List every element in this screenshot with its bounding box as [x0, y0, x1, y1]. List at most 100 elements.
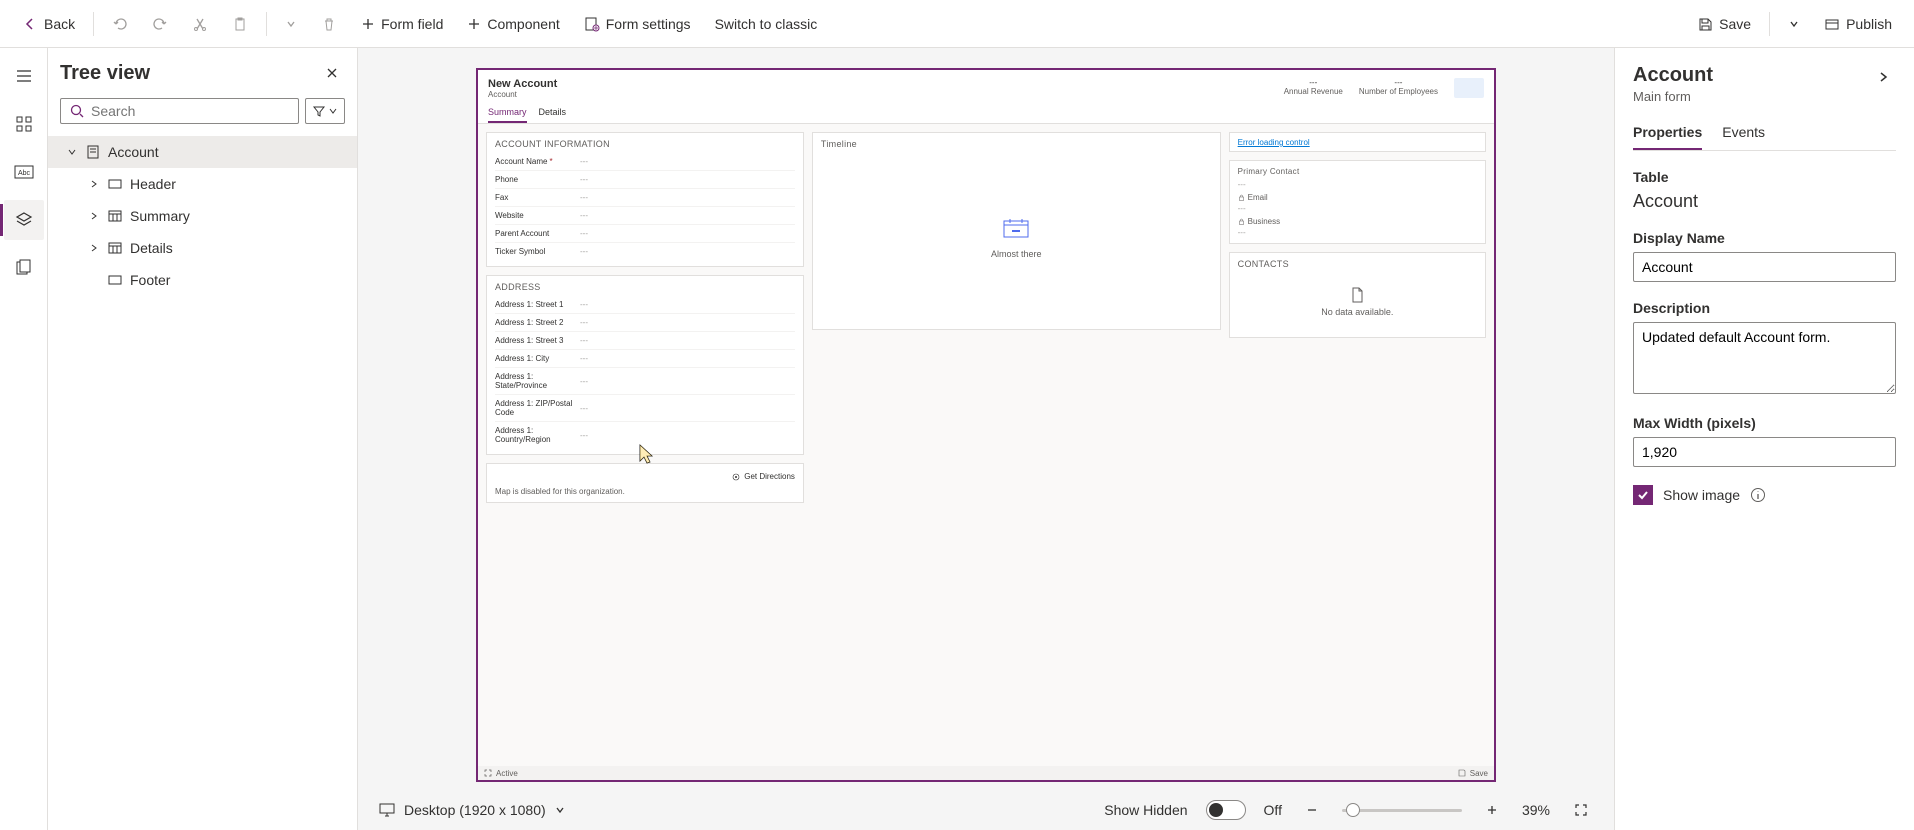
paste-button[interactable]: [222, 10, 258, 38]
section-contacts[interactable]: CONTACTS No data available.: [1229, 252, 1486, 338]
section-map[interactable]: Get Directions Map is disabled for this …: [486, 463, 804, 503]
libraries-rail-button[interactable]: [4, 248, 44, 288]
tree-item-account[interactable]: Account: [48, 136, 357, 168]
properties-panel: Account Main form Properties Events Tabl…: [1614, 48, 1914, 830]
show-hidden-label: Show Hidden: [1104, 802, 1187, 818]
props-tab-events[interactable]: Events: [1722, 118, 1765, 150]
canvas-area: New Account Account ---Annual Revenue --…: [358, 48, 1614, 830]
show-image-checkbox[interactable]: [1633, 485, 1653, 505]
components-rail-button[interactable]: [4, 104, 44, 144]
publish-icon: [1824, 16, 1840, 32]
trash-icon: [321, 16, 337, 32]
display-name-input[interactable]: [1633, 252, 1896, 282]
save-chevron-button[interactable]: [1778, 12, 1810, 36]
description-input[interactable]: [1633, 322, 1896, 394]
minus-icon: [1306, 804, 1318, 816]
chevron-down-icon: [67, 147, 77, 157]
chevron-right-icon: [89, 243, 99, 253]
chevron-down-icon: [1788, 18, 1800, 30]
section-address[interactable]: ADDRESS Address 1: Street 1--- Address 1…: [486, 275, 804, 455]
form-field-label: Form field: [381, 16, 443, 32]
collapse-props-button[interactable]: [1870, 64, 1896, 90]
section-error[interactable]: Error loading control: [1229, 132, 1486, 152]
tree-search-box[interactable]: [60, 98, 299, 124]
switch-classic-label: Switch to classic: [715, 16, 818, 32]
zoom-in-button[interactable]: [1480, 798, 1504, 822]
close-tree-button[interactable]: [319, 60, 345, 86]
canvas-toolbar: Desktop (1920 x 1080) Show Hidden Off 39…: [358, 790, 1614, 830]
monitor-icon: [378, 802, 396, 818]
zoom-out-button[interactable]: [1300, 798, 1324, 822]
tree-search-input[interactable]: [91, 103, 290, 119]
delete-button[interactable]: [311, 10, 347, 38]
table-label: Table: [1633, 169, 1896, 185]
lock-icon: [1238, 218, 1245, 225]
plus-icon: [467, 17, 481, 31]
tree-item-header[interactable]: Header: [48, 168, 357, 200]
tree-item-footer[interactable]: Footer: [48, 264, 357, 296]
tree-item-label: Details: [130, 240, 173, 256]
arrow-left-icon: [22, 16, 38, 32]
max-width-input[interactable]: [1633, 437, 1896, 467]
component-button[interactable]: Component: [457, 10, 569, 38]
separator: [1769, 12, 1770, 36]
tree-title: Tree view: [60, 62, 150, 85]
tree-item-details[interactable]: Details: [48, 232, 357, 264]
form-preview[interactable]: New Account Account ---Annual Revenue --…: [476, 68, 1496, 782]
tree-list: Account Header Summary Details Footer: [48, 136, 357, 818]
toggle-off-label: Off: [1264, 802, 1282, 818]
save-icon: [1697, 16, 1713, 32]
tree-panel: Tree view Account Header: [48, 48, 358, 830]
header-image-placeholder: [1454, 78, 1484, 98]
save-icon: [1458, 769, 1466, 777]
form-field-button[interactable]: Form field: [351, 10, 453, 38]
svg-text:Abc: Abc: [18, 170, 31, 177]
header-icon: [108, 179, 122, 189]
props-subtitle: Main form: [1633, 89, 1713, 104]
table-value: Account: [1633, 191, 1896, 212]
fit-button[interactable]: [1568, 797, 1594, 823]
save-button[interactable]: Save: [1687, 10, 1761, 38]
undo-button[interactable]: [102, 10, 138, 38]
form-tab-details[interactable]: Details: [539, 103, 567, 123]
form-footer[interactable]: Active Save: [478, 766, 1494, 780]
zoom-slider[interactable]: [1342, 809, 1462, 812]
switch-classic-button[interactable]: Switch to classic: [705, 10, 828, 38]
form-header[interactable]: New Account Account ---Annual Revenue --…: [478, 70, 1494, 103]
form-tab-summary[interactable]: Summary: [488, 103, 527, 123]
separator: [266, 12, 267, 36]
expand-icon: [484, 769, 492, 777]
left-rail: Abc: [0, 48, 48, 830]
tree-item-summary[interactable]: Summary: [48, 200, 357, 232]
error-link[interactable]: Error loading control: [1238, 138, 1310, 147]
form-settings-icon: [584, 16, 600, 32]
tree-rail-button[interactable]: [4, 200, 44, 240]
section-timeline[interactable]: Timeline Almost there: [812, 132, 1221, 330]
responsive-label[interactable]: Desktop (1920 x 1080): [404, 802, 546, 818]
plus-icon: [361, 17, 375, 31]
chevron-right-icon: [89, 211, 99, 221]
show-hidden-toggle[interactable]: [1206, 800, 1246, 820]
props-tab-properties[interactable]: Properties: [1633, 118, 1702, 150]
section-account-info[interactable]: ACCOUNT INFORMATION Account Name*--- Pho…: [486, 132, 804, 267]
cut-button[interactable]: [182, 10, 218, 38]
publish-label: Publish: [1846, 16, 1892, 32]
tree-item-label: Summary: [130, 208, 190, 224]
back-button[interactable]: Back: [12, 10, 85, 38]
publish-button[interactable]: Publish: [1814, 10, 1902, 38]
paste-chevron-button[interactable]: [275, 12, 307, 36]
fields-rail-button[interactable]: Abc: [4, 152, 44, 192]
redo-button[interactable]: [142, 10, 178, 38]
form-subtitle: Account: [488, 90, 557, 99]
chevron-down-icon[interactable]: [554, 804, 566, 816]
section-primary-contact[interactable]: Primary Contact --- Email --- Business -…: [1229, 160, 1486, 244]
form-settings-button[interactable]: Form settings: [574, 10, 701, 38]
plus-icon: [1486, 804, 1498, 816]
info-icon[interactable]: [1750, 487, 1766, 503]
search-icon: [69, 103, 85, 119]
footer-icon: [108, 275, 122, 285]
zoom-value: 39%: [1522, 802, 1550, 818]
tree-filter-button[interactable]: [305, 98, 345, 124]
hamburger-button[interactable]: [4, 56, 44, 96]
grid-icon: [15, 115, 33, 133]
